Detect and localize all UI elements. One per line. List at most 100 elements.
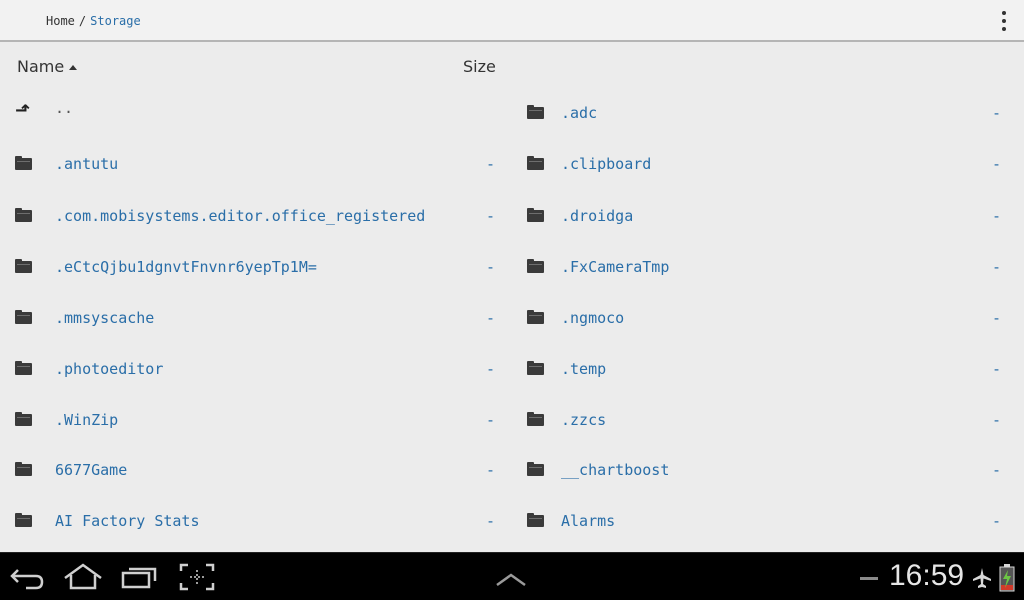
file-list: ⬏ .. .adc - .antutu - .clipboard - .com.… (0, 88, 1024, 552)
list-item[interactable]: .WinZip - (0, 395, 506, 445)
folder-icon (15, 462, 33, 476)
file-name: .adc (561, 104, 598, 122)
up-arrow-icon: ⬏ (15, 100, 31, 121)
breadcrumb-home[interactable]: Home (46, 14, 75, 28)
list-row: .eCtcQjbu1dgnvtFnvnr6yepTp1M= - .FxCamer… (0, 242, 1024, 292)
file-name: .mmsyscache (55, 309, 155, 327)
list-row: .photoeditor - .temp - (0, 344, 1024, 394)
folder-icon (527, 156, 545, 170)
list-item[interactable]: .eCtcQjbu1dgnvtFnvnr6yepTp1M= - (0, 242, 506, 292)
list-item[interactable]: .com.mobisystems.editor.office_registere… (0, 191, 506, 241)
list-row: .antutu - .clipboard - (0, 139, 1024, 189)
list-item[interactable]: Alarms - (506, 496, 1024, 546)
list-row: .WinZip - .zzcs - (0, 395, 1024, 445)
file-size: - (486, 512, 496, 530)
file-size: - (992, 104, 1002, 122)
folder-icon (15, 208, 33, 222)
folder-icon (15, 156, 33, 170)
list-item[interactable]: .zzcs - (506, 395, 1024, 445)
folder-icon (527, 412, 545, 426)
folder-icon (15, 412, 33, 426)
breadcrumb-current[interactable]: Storage (90, 14, 141, 28)
file-size: - (992, 258, 1002, 276)
file-size: - (992, 512, 1002, 530)
notification-minus-icon (860, 577, 878, 580)
list-item[interactable]: .temp - (506, 344, 1024, 394)
list-row: 6677Game - __chartboost - (0, 445, 1024, 495)
list-item[interactable]: .photoeditor - (0, 344, 506, 394)
list-row: AI Factory Stats - Alarms - (0, 496, 1024, 546)
chevron-up-icon[interactable] (494, 565, 528, 597)
home-icon[interactable] (62, 561, 104, 593)
list-item[interactable]: .FxCameraTmp - (506, 242, 1024, 292)
folder-icon (527, 462, 545, 476)
folder-icon (527, 208, 545, 222)
file-name: .. (55, 99, 74, 117)
file-name: .antutu (55, 155, 119, 173)
file-name: .temp (561, 360, 607, 378)
screenshot-icon[interactable] (178, 561, 218, 593)
file-size: - (992, 207, 1002, 225)
list-item[interactable]: .clipboard - (506, 139, 1024, 189)
file-name: .clipboard (561, 155, 652, 173)
list-item[interactable]: .ngmoco - (506, 293, 1024, 343)
folder-icon (15, 310, 33, 324)
list-row: .com.mobisystems.editor.office_registere… (0, 191, 1024, 241)
sort-ascending-icon (69, 65, 78, 70)
file-size: - (486, 461, 496, 479)
list-item[interactable]: .antutu - (0, 139, 506, 189)
back-icon[interactable] (8, 561, 48, 593)
file-name: .photoeditor (55, 360, 164, 378)
list-row: .mmsyscache - .ngmoco - (0, 293, 1024, 343)
overflow-menu-icon[interactable] (996, 9, 1012, 33)
folder-icon (527, 361, 545, 375)
list-item[interactable]: __chartboost - (506, 445, 1024, 495)
file-name: 6677Game (55, 461, 128, 479)
breadcrumb: Home / Storage (46, 14, 141, 28)
airplane-mode-icon (973, 568, 991, 588)
folder-icon (15, 259, 33, 273)
file-size: - (992, 461, 1002, 479)
file-size: - (992, 411, 1002, 429)
file-size: - (486, 360, 496, 378)
folder-icon (527, 310, 545, 324)
file-size: - (486, 411, 496, 429)
list-item[interactable]: AI Factory Stats - (0, 496, 506, 546)
breadcrumb-separator: / (78, 14, 87, 28)
file-name: .com.mobisystems.editor.office_registere… (55, 207, 426, 225)
file-name: .zzcs (561, 411, 607, 429)
list-item[interactable]: .adc - (506, 88, 1024, 138)
folder-icon (15, 513, 33, 527)
list-item[interactable]: .mmsyscache - (0, 293, 506, 343)
file-size: - (992, 155, 1002, 173)
name-column-label: Name (17, 57, 65, 76)
file-name: Alarms (561, 512, 616, 530)
file-name: .FxCameraTmp (561, 258, 670, 276)
recent-apps-icon[interactable] (120, 561, 160, 593)
file-size: - (486, 207, 496, 225)
battery-charging-icon (999, 564, 1015, 592)
name-column-header[interactable]: Name (17, 57, 78, 76)
folder-icon (527, 105, 545, 119)
file-name: __chartboost (561, 461, 670, 479)
system-navigation-bar: 16:59 (0, 552, 1024, 600)
list-item[interactable]: .droidga - (506, 191, 1024, 241)
list-item[interactable]: 6677Game - (0, 445, 506, 495)
size-column-header[interactable]: Size (463, 57, 496, 76)
parent-directory-item[interactable]: ⬏ .. (0, 88, 506, 138)
file-size: - (992, 309, 1002, 327)
file-name: .eCtcQjbu1dgnvtFnvnr6yepTp1M= (55, 258, 317, 276)
file-name: AI Factory Stats (55, 512, 200, 530)
file-size: - (486, 155, 496, 173)
top-bar: Home / Storage (0, 0, 1024, 42)
file-size: - (992, 360, 1002, 378)
status-clock[interactable]: 16:59 (889, 559, 964, 593)
list-row: ⬏ .. .adc - (0, 88, 1024, 138)
file-name: .droidga (561, 207, 634, 225)
file-size: - (486, 309, 496, 327)
folder-icon (527, 513, 545, 527)
folder-icon (15, 361, 33, 375)
column-header: Name Size (0, 42, 1024, 88)
file-name: .ngmoco (561, 309, 625, 327)
file-size: - (486, 258, 496, 276)
